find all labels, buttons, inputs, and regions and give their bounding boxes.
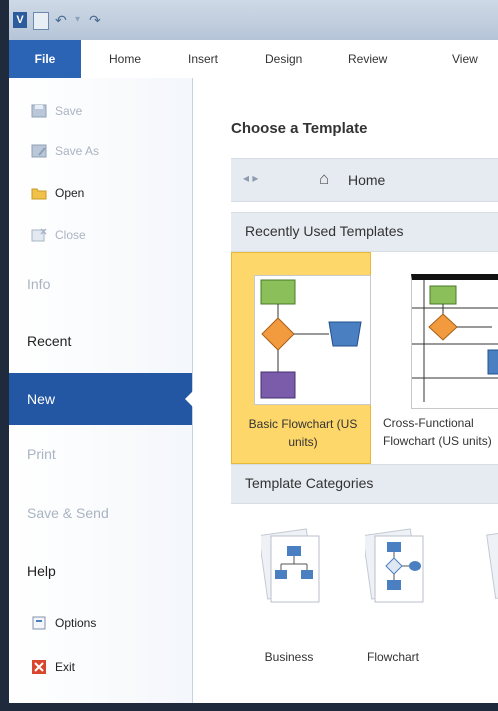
visio-app-icon[interactable]: V xyxy=(13,12,27,28)
ribbon-tabs: File Home Insert Design Review View xyxy=(9,40,498,79)
save-as-icon xyxy=(31,144,47,158)
visio-window: V ↶ ▾ ↷ File Home Insert Design Review V… xyxy=(0,0,498,711)
page-title: Choose a Template xyxy=(231,120,368,137)
redo-icon[interactable]: ↷ xyxy=(89,12,101,28)
nav-new[interactable]: New xyxy=(9,373,193,425)
template-caption: Cross-Functional Flowchart (US units) xyxy=(383,416,492,448)
category-label: Business xyxy=(264,650,314,664)
nav-label: Exit xyxy=(55,660,76,674)
partial-category-icon xyxy=(485,526,498,600)
category-business[interactable]: Business xyxy=(249,526,329,664)
category-label: Flowchart xyxy=(366,650,419,664)
nav-label: Save & Send xyxy=(27,505,109,521)
quick-access-toolbar: V ↶ ▾ ↷ xyxy=(9,0,498,40)
business-category-icon xyxy=(258,526,320,603)
options-icon xyxy=(31,616,47,630)
back-forward-arrows-icon[interactable]: ◂ ▸ xyxy=(243,171,258,185)
tab-insert[interactable]: Insert xyxy=(188,40,218,78)
template-cross-functional-flowchart[interactable]: Cross-Functional Flowchart (US units) xyxy=(375,252,498,462)
dropdown-icon[interactable]: ▾ xyxy=(75,12,80,28)
nav-label: Save xyxy=(55,104,83,118)
cross-functional-thumbnail xyxy=(411,274,498,409)
nav-label: Help xyxy=(27,563,56,579)
undo-icon[interactable]: ↶ xyxy=(55,12,67,28)
tab-design[interactable]: Design xyxy=(265,40,302,78)
nav-label: Print xyxy=(27,446,56,462)
nav-label: Recent xyxy=(27,333,72,349)
close-file-icon xyxy=(31,228,47,242)
save-icon xyxy=(31,104,47,118)
template-navigation-bar: ◂ ▸ ⌂ Home xyxy=(231,158,498,202)
nav-label: New xyxy=(27,391,56,407)
section-label: Template Categories xyxy=(245,475,374,491)
flowchart-thumbnail xyxy=(254,275,371,405)
cross-functional-diagram xyxy=(412,280,498,402)
folder-open-icon xyxy=(31,186,47,200)
recent-templates-header: Recently Used Templates xyxy=(231,212,498,252)
category-partial[interactable] xyxy=(473,526,498,646)
tab-view[interactable]: View xyxy=(452,40,478,78)
tab-file[interactable]: File xyxy=(9,40,81,78)
window-border-bottom xyxy=(0,703,498,711)
breadcrumb-home[interactable]: Home xyxy=(348,172,385,188)
basic-flowchart-diagram xyxy=(260,279,362,399)
nav-label: Close xyxy=(55,228,86,242)
backstage-nav: Save Save As Open Close Info Recent New … xyxy=(9,78,193,703)
section-label: Recently Used Templates xyxy=(245,223,404,239)
template-basic-flowchart[interactable]: Basic Flowchart (US units) xyxy=(231,252,371,464)
nav-label: Open xyxy=(55,186,85,200)
quick-save-icon[interactable] xyxy=(33,12,49,30)
flowchart-category-icon xyxy=(362,526,424,603)
exit-icon xyxy=(31,660,47,674)
window-border-left xyxy=(0,0,9,711)
new-document-pane: Choose a Template ◂ ▸ ⌂ Home Recently Us… xyxy=(193,78,498,703)
nav-label: Info xyxy=(27,276,51,292)
nav-label: Save As xyxy=(55,144,100,158)
template-caption: Basic Flowchart (US units) xyxy=(248,417,358,449)
home-icon[interactable]: ⌂ xyxy=(319,169,329,189)
tab-home[interactable]: Home xyxy=(109,40,141,78)
template-categories-header: Template Categories xyxy=(231,464,498,504)
tab-review[interactable]: Review xyxy=(348,40,387,78)
category-flowchart[interactable]: Flowchart xyxy=(353,526,433,664)
nav-label: Options xyxy=(55,616,97,630)
